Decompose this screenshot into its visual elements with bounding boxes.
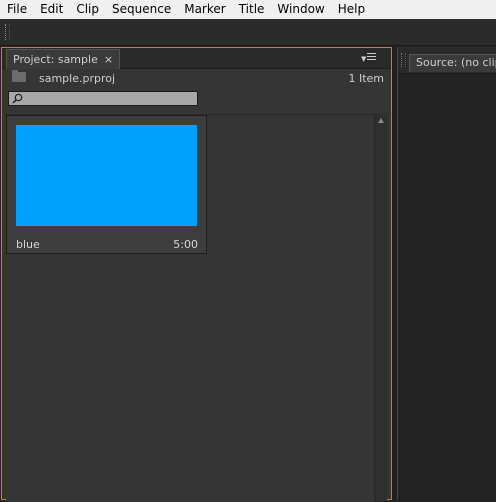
menu-help[interactable]: Help [331, 0, 371, 19]
project-info-row: sample.prproj 1 Item [2, 68, 391, 90]
clip-thumbnail-image [16, 125, 197, 226]
search-icon [12, 93, 23, 104]
menu-edit[interactable]: Edit [33, 0, 69, 19]
source-panel-tabbar: Source: (no clips) [398, 47, 496, 74]
menu-clip[interactable]: Clip [69, 0, 105, 19]
chevron-down-icon: ▼ [361, 55, 367, 63]
project-items-area: blue 5:00 [6, 114, 375, 502]
menu-sequence[interactable]: Sequence [105, 0, 177, 19]
vertical-scrollbar[interactable] [374, 114, 387, 501]
menu-lines-icon [367, 53, 376, 61]
menu-file[interactable]: File [0, 0, 33, 19]
project-filename: sample.prproj [39, 72, 116, 85]
source-panel: Source: (no clips) [397, 47, 496, 500]
menu-title[interactable]: Title [232, 0, 271, 19]
panel-menu-icon[interactable]: ▼ [361, 51, 377, 63]
folder-icon [12, 70, 26, 82]
project-panel: Project: sample × ▼ sample.prproj 1 Item… [1, 47, 392, 502]
scroll-up-arrow-icon[interactable] [378, 118, 384, 123]
panel-splitter[interactable] [392, 47, 396, 500]
menu-marker[interactable]: Marker [177, 0, 231, 19]
panel-grip-handle[interactable] [401, 53, 406, 67]
menu-window[interactable]: Window [270, 0, 330, 19]
search-input[interactable] [8, 91, 198, 106]
menu-bar: File Edit Clip Sequence Marker Title Win… [0, 0, 496, 19]
toolbar-grip-handle[interactable] [5, 24, 10, 40]
item-count: 1 Item [348, 72, 384, 85]
clip-thumbnail-card[interactable]: blue 5:00 [6, 115, 207, 254]
tab-source[interactable]: Source: (no clips) [409, 54, 496, 72]
project-panel-tabbar: Project: sample × ▼ [2, 48, 391, 69]
source-monitor-area [398, 74, 496, 500]
close-icon[interactable]: × [104, 51, 113, 69]
tab-project[interactable]: Project: sample × [6, 49, 121, 69]
clip-name: blue [16, 238, 40, 251]
tool-strip [0, 19, 496, 46]
clip-duration: 5:00 [173, 238, 198, 251]
tab-project-label: Project: sample [13, 52, 98, 66]
